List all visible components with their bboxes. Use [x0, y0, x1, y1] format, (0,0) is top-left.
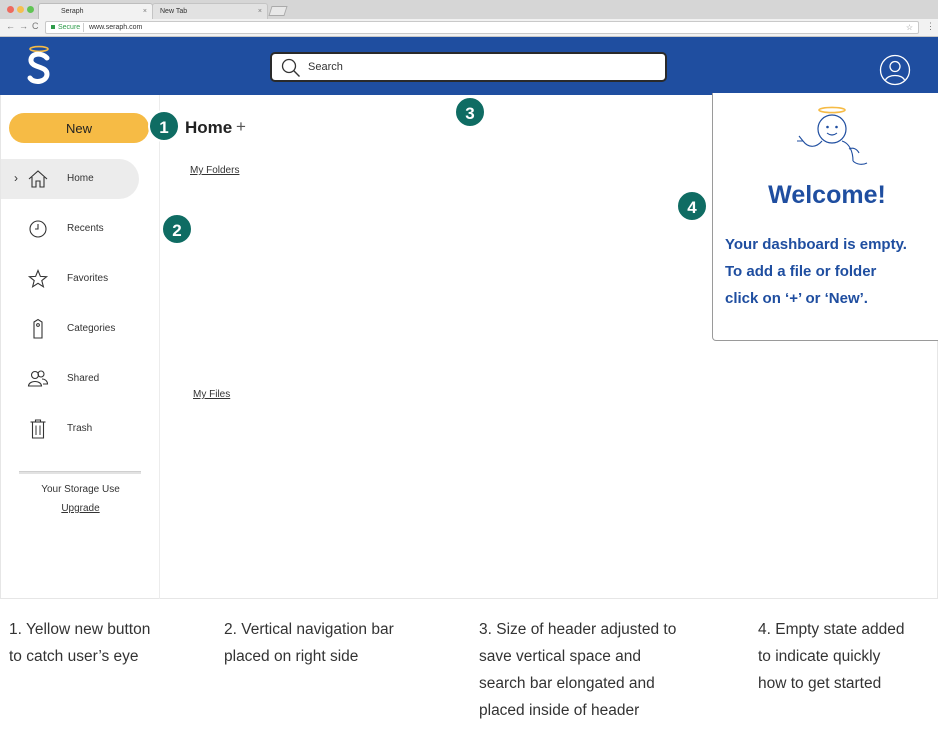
welcome-title: Welcome! — [768, 181, 886, 209]
annotation-line: 2. Vertical navigation bar — [224, 621, 394, 638]
browser-menu-icon[interactable]: ⋮ — [926, 21, 935, 32]
users-icon — [27, 370, 49, 387]
annotation-1: 1. Yellow new button to catch user’s eye — [9, 616, 214, 670]
new-tab-button[interactable] — [268, 6, 288, 16]
bookmark-star-icon[interactable]: ☆ — [906, 22, 913, 33]
annotation-line: save vertical space and — [479, 648, 641, 665]
tab-close-icon[interactable]: × — [143, 4, 147, 20]
sidebar-item-shared[interactable]: Shared — [1, 359, 139, 399]
search-placeholder: Search — [308, 61, 343, 73]
seraph-logo-icon[interactable] — [22, 44, 56, 88]
tab-strip: Seraph × New Tab × — [0, 0, 938, 19]
tab-seraph[interactable]: Seraph × — [38, 3, 153, 19]
annotation-line: 3. Size of header adjusted to — [479, 621, 677, 638]
annotation-line: placed on right side — [224, 648, 359, 665]
sidebar-item-home[interactable]: › Home — [1, 159, 139, 199]
close-window-button[interactable] — [7, 6, 14, 13]
tab-label: Seraph — [61, 8, 84, 15]
sidebar-item-label: Recents — [67, 223, 104, 234]
tab-close-icon[interactable]: × — [258, 4, 262, 20]
tag-icon — [33, 318, 43, 339]
back-arrow-icon[interactable]: ← — [6, 21, 15, 31]
my-folders-link[interactable]: My Folders — [190, 165, 239, 176]
callout-badge-1: 1 — [148, 110, 180, 142]
callout-badge-2: 2 — [161, 213, 193, 245]
annotation-line: 1. Yellow new button — [9, 621, 151, 638]
callout-badge-3: 3 — [454, 96, 486, 128]
trash-icon — [30, 419, 46, 439]
minimize-window-button[interactable] — [17, 6, 24, 13]
annotation-2: 2. Vertical navigation bar placed on rig… — [224, 616, 464, 670]
lock-icon — [51, 25, 55, 29]
annotation-line: to catch user’s eye — [9, 648, 139, 665]
sidebar-item-categories[interactable]: Categories — [1, 309, 139, 349]
search-icon — [281, 58, 300, 77]
empty-state-line: click on ‘+’ or ‘New’. — [725, 290, 868, 307]
empty-state-message: Your dashboard is empty. To add a file o… — [725, 231, 938, 312]
secure-label: Secure — [58, 24, 81, 31]
sidebar-item-label: Home — [67, 173, 94, 184]
storage-label: Your Storage Use — [41, 484, 120, 495]
forward-arrow-icon[interactable]: → — [19, 21, 28, 31]
tab-label: New Tab — [160, 8, 188, 15]
annotation-line: placed inside of header — [479, 702, 640, 719]
add-icon[interactable]: + — [236, 117, 246, 137]
home-icon — [28, 170, 48, 188]
user-avatar-icon[interactable] — [879, 54, 911, 86]
sidebar-item-favorites[interactable]: Favorites — [1, 259, 139, 299]
chevron-right-icon: › — [14, 171, 18, 185]
annotation-line: 4. Empty state added — [758, 621, 905, 638]
angel-mascot-icon — [797, 106, 868, 165]
divider — [83, 23, 84, 32]
browser-chrome: Seraph × New Tab × ← → C Secure www.sera… — [0, 0, 938, 37]
app-body: New › Home Recents Favorites Categories … — [0, 93, 938, 599]
app-header: Search — [0, 37, 938, 95]
annotation-line: search bar elongated and — [479, 675, 655, 692]
sidebar-nav: New › Home Recents Favorites Categories … — [1, 95, 160, 599]
annotation-line: to indicate quickly — [758, 648, 881, 665]
reload-icon[interactable]: C — [32, 21, 39, 31]
callout-badge-4: 4 — [676, 190, 708, 222]
browser-toolbar: ← → C Secure www.seraph.com ☆ ⋮ — [0, 19, 938, 36]
my-files-link[interactable]: My Files — [193, 389, 230, 400]
storage-usage-bar — [19, 471, 141, 474]
sidebar-item-trash[interactable]: Trash — [1, 409, 139, 449]
sidebar-item-label: Categories — [67, 323, 116, 334]
page-title: Home — [185, 118, 233, 137]
empty-state-line: To add a file or folder — [725, 263, 877, 280]
star-icon — [27, 269, 49, 289]
search-bar[interactable]: Search — [270, 52, 667, 82]
tab-new-tab[interactable]: New Tab × — [152, 3, 268, 19]
annotation-4: 4. Empty state added to indicate quickly… — [758, 616, 933, 697]
sidebar-item-label: Favorites — [67, 273, 109, 284]
upgrade-link[interactable]: Upgrade — [1, 503, 160, 514]
zoom-window-button[interactable] — [27, 6, 34, 13]
welcome-empty-state-card: Welcome! Your dashboard is empty. To add… — [712, 93, 938, 341]
sidebar-item-label: Shared — [67, 373, 100, 384]
url-text[interactable]: www.seraph.com — [89, 22, 142, 33]
address-bar[interactable]: Secure www.seraph.com ☆ — [45, 21, 919, 34]
clock-icon — [29, 220, 47, 238]
sidebar-item-label: Trash — [67, 423, 93, 434]
annotation-3: 3. Size of header adjusted to save verti… — [479, 616, 741, 724]
sidebar-item-recents[interactable]: Recents — [1, 209, 139, 249]
empty-state-line: Your dashboard is empty. — [725, 236, 907, 253]
new-button[interactable]: New — [9, 113, 149, 143]
annotation-line: how to get started — [758, 675, 882, 692]
